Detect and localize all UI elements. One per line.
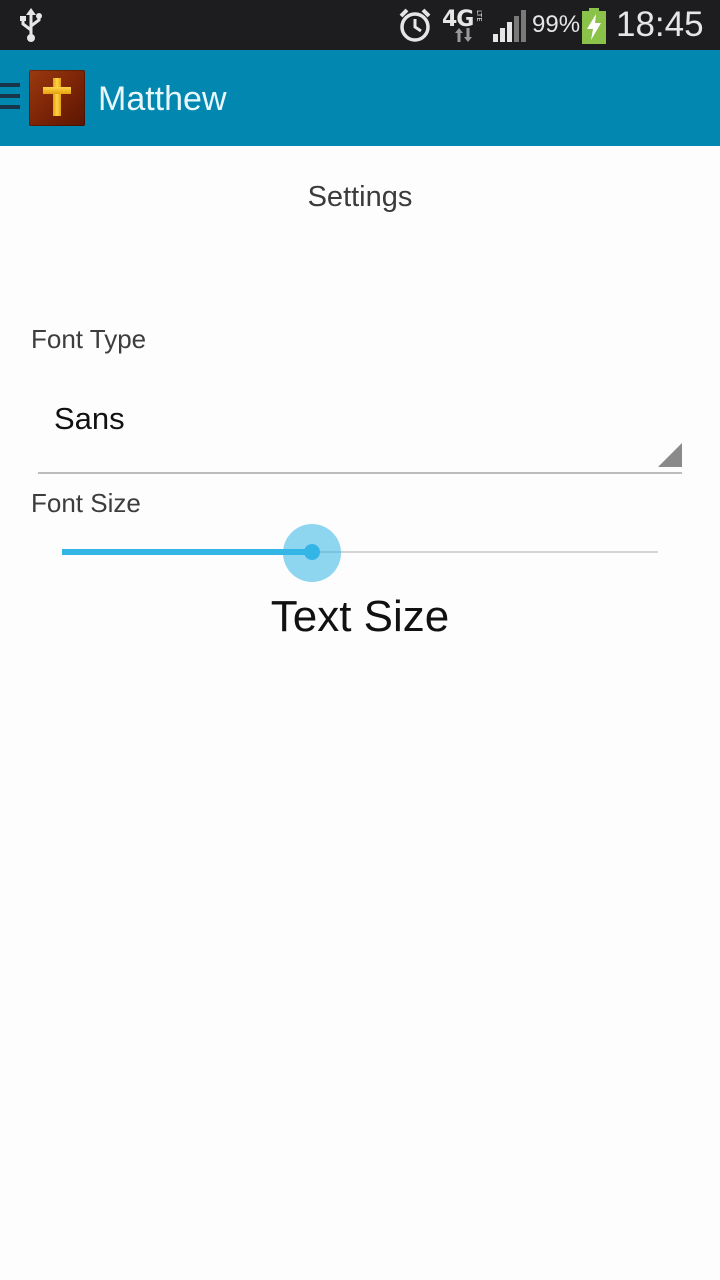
app-cross-icon[interactable]	[29, 70, 85, 126]
slider-thumb[interactable]	[304, 544, 320, 560]
action-bar: Matthew	[0, 50, 720, 146]
battery-percent: 99%	[532, 11, 581, 38]
slider-progress	[62, 549, 312, 555]
font-size-label: Font Size	[31, 488, 141, 518]
font-type-label: Font Type	[31, 324, 147, 354]
signal-icon	[492, 10, 526, 47]
font-size-preview: Text Size	[270, 592, 450, 641]
alarm-icon	[398, 7, 432, 48]
app-title: Matthew	[98, 80, 227, 118]
dropdown-corner-icon	[658, 443, 682, 472]
page-title: Settings	[307, 181, 413, 213]
data-activity-icon	[454, 28, 474, 47]
battery-charging-icon	[582, 8, 606, 49]
drawer-menu-icon[interactable]	[0, 83, 20, 116]
font-type-spinner[interactable]: Sans	[38, 392, 682, 474]
status-bar: 4G LTE 99% 18:45	[0, 0, 720, 50]
network-subtype: LTE	[475, 10, 483, 22]
status-clock: 18:45	[616, 5, 704, 44]
spinner-underline	[38, 472, 682, 474]
font-type-value: Sans	[54, 401, 125, 436]
usb-icon	[18, 8, 44, 47]
network-4g-icon: 4G LTE	[442, 7, 488, 42]
font-size-slider[interactable]	[62, 523, 658, 583]
